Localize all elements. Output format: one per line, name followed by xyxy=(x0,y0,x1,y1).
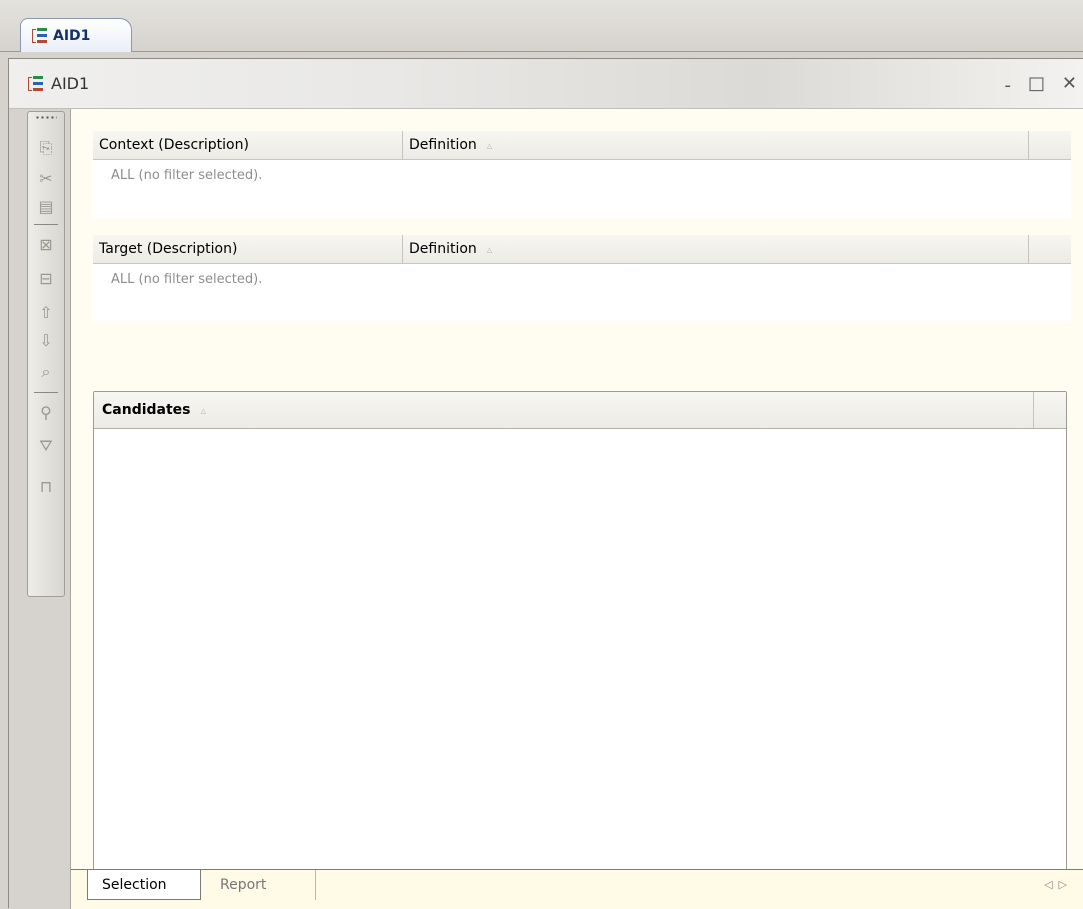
candidates-column-header[interactable]: Candidates ▵ xyxy=(94,392,1034,428)
sort-arrow-icon: ▵ xyxy=(200,403,207,417)
move-up-icon[interactable]: ⇧ xyxy=(33,300,59,324)
sort-arrow-icon: ▵ xyxy=(486,138,493,152)
remove-icon[interactable]: ⊠ xyxy=(33,232,59,256)
editor-tab-label: AID1 xyxy=(53,27,91,44)
paste-icon[interactable]: ▤ xyxy=(33,194,59,218)
target-definition-column-header[interactable]: Definition ▵ xyxy=(403,235,1029,263)
bottom-tab-bar: Selection Report ◁▷ xyxy=(71,869,1083,909)
tree-icon xyxy=(31,27,49,45)
target-column-header[interactable]: Target (Description) xyxy=(93,235,403,263)
vertical-toolbar: ⎘ ✂ ▤ ⊠ ⊟ ⇧ ⇩ ⌕ ⚲ ⛛ ⊓ xyxy=(9,109,71,909)
tab-scroll-arrows[interactable]: ◁▷ xyxy=(1044,878,1073,891)
toolbar-group: ⎘ ✂ ▤ ⊠ ⊟ ⇧ ⇩ ⌕ ⚲ ⛛ ⊓ xyxy=(27,111,65,597)
definition-column-label: Definition xyxy=(409,137,477,153)
minimize-button[interactable]: - xyxy=(1005,75,1012,96)
target-table-header: Target (Description) Definition ▵ xyxy=(93,235,1071,264)
editor-tab-aid1[interactable]: AID1 xyxy=(20,18,132,52)
tab-report-label: Report xyxy=(220,877,267,893)
tab-report[interactable]: Report xyxy=(206,870,316,900)
toolbar-separator xyxy=(34,224,58,225)
view-title-bar: AID1 - □ ✕ xyxy=(9,59,1083,109)
view-title: AID1 xyxy=(51,74,90,93)
context-empty-text: ALL (no filter selected). xyxy=(111,168,263,183)
context-column-label: Context (Description) xyxy=(99,137,249,153)
filter-icon[interactable]: ⛛ xyxy=(33,434,59,458)
cut-icon[interactable]: ✂ xyxy=(33,166,59,190)
editor-tab-strip: AID1 xyxy=(0,0,1083,52)
remove-all-icon[interactable]: ⊟ xyxy=(33,266,59,290)
target-table-body[interactable]: ALL (no filter selected). xyxy=(93,264,1071,322)
candidates-table[interactable]: Candidates ▵ xyxy=(93,391,1067,893)
aid-view-window: AID1 - □ ✕ ⎘ ✂ ▤ ⊠ ⊟ ⇧ ⇩ ⌕ ⚲ ⛛ ⊓ Context… xyxy=(8,58,1083,909)
candidates-column-label: Candidates xyxy=(102,402,191,418)
definition-column-label: Definition xyxy=(409,241,477,257)
find-icon[interactable]: ⌕ xyxy=(33,360,59,384)
context-column-header[interactable]: Context (Description) xyxy=(93,131,403,159)
scroll-left-icon[interactable]: ◁ xyxy=(1044,878,1058,891)
content-panel: Context (Description) Definition ▵ ALL (… xyxy=(71,109,1083,909)
tab-selection[interactable]: Selection xyxy=(87,870,201,900)
context-table-header: Context (Description) Definition ▵ xyxy=(93,131,1071,160)
move-down-icon[interactable]: ⇩ xyxy=(33,328,59,352)
candidates-table-header: Candidates ▵ xyxy=(94,392,1066,429)
context-table-body[interactable]: ALL (no filter selected). xyxy=(93,160,1071,218)
sort-arrow-icon: ▵ xyxy=(486,242,493,256)
toolbar-grip[interactable] xyxy=(35,116,57,119)
scroll-right-icon[interactable]: ▷ xyxy=(1059,878,1073,891)
tab-selection-label: Selection xyxy=(102,876,167,893)
copy-icon[interactable]: ⎘ xyxy=(33,136,59,160)
close-button[interactable]: ✕ xyxy=(1062,73,1077,94)
tree-icon xyxy=(27,75,45,93)
context-definition-column-header[interactable]: Definition ▵ xyxy=(403,131,1029,159)
link-icon[interactable]: ⊓ xyxy=(33,474,59,498)
target-column-label: Target (Description) xyxy=(99,241,238,257)
maximize-button[interactable]: □ xyxy=(1028,73,1045,94)
toolbar-separator xyxy=(34,392,58,393)
target-empty-text: ALL (no filter selected). xyxy=(111,272,263,287)
filter-add-icon[interactable]: ⚲ xyxy=(33,400,59,424)
